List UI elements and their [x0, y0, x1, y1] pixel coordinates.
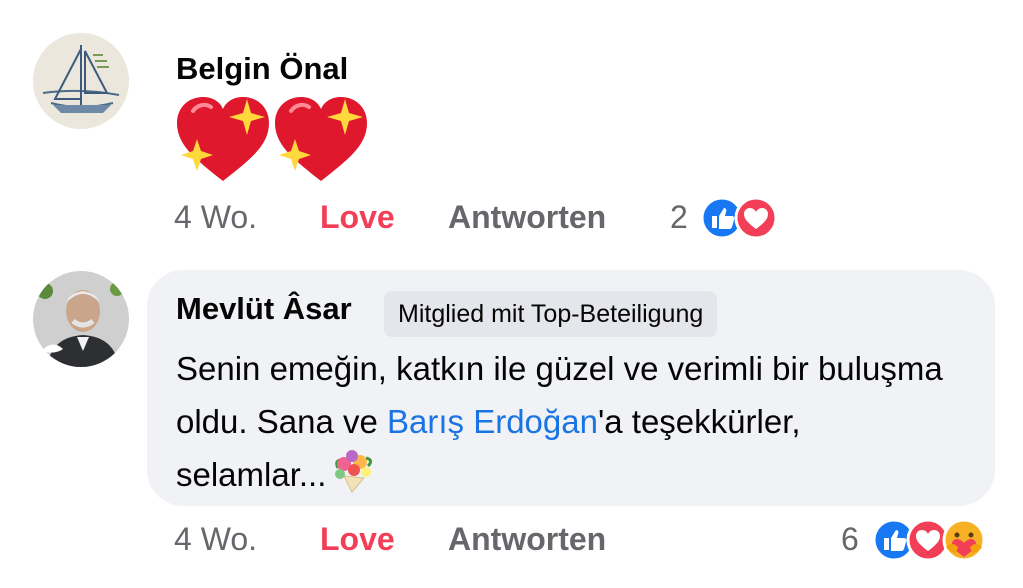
reaction-count[interactable]: 2	[670, 199, 688, 236]
love-reaction-button[interactable]: Love	[320, 521, 395, 558]
bouquet-emoji-icon	[335, 450, 373, 493]
care-icon	[942, 518, 986, 562]
reply-button[interactable]: Antworten	[448, 521, 606, 558]
reply-button[interactable]: Antworten	[448, 199, 606, 236]
avatar-belgin-onal[interactable]	[33, 33, 129, 129]
reaction-count[interactable]: 6	[841, 521, 859, 558]
mention-link[interactable]: Barış Erdoğan	[387, 403, 598, 440]
sailboat-drawing-icon	[33, 33, 129, 129]
comment-text: Senin emeğin, katkın ile güzel ve veriml…	[176, 342, 956, 501]
top-contributor-badge: Mitglied mit Top-Beteiligung	[384, 291, 718, 337]
reaction-icons[interactable]	[700, 196, 782, 240]
comment-timestamp[interactable]: 4 Wo.	[174, 521, 257, 558]
comment-author-name[interactable]: Mevlüt Âsar	[176, 291, 352, 327]
love-icon	[734, 196, 778, 240]
profile-photo-icon	[33, 271, 129, 367]
reaction-icons[interactable]	[872, 517, 992, 563]
comment-author-name[interactable]: Belgin Önal	[176, 51, 348, 87]
avatar-mevlut-asar[interactable]	[33, 271, 129, 367]
comment-timestamp[interactable]: 4 Wo.	[174, 199, 257, 236]
love-reaction-button[interactable]: Love	[320, 199, 395, 236]
sparkling-heart-emoji-icon	[177, 97, 367, 181]
love-icon	[906, 518, 950, 562]
